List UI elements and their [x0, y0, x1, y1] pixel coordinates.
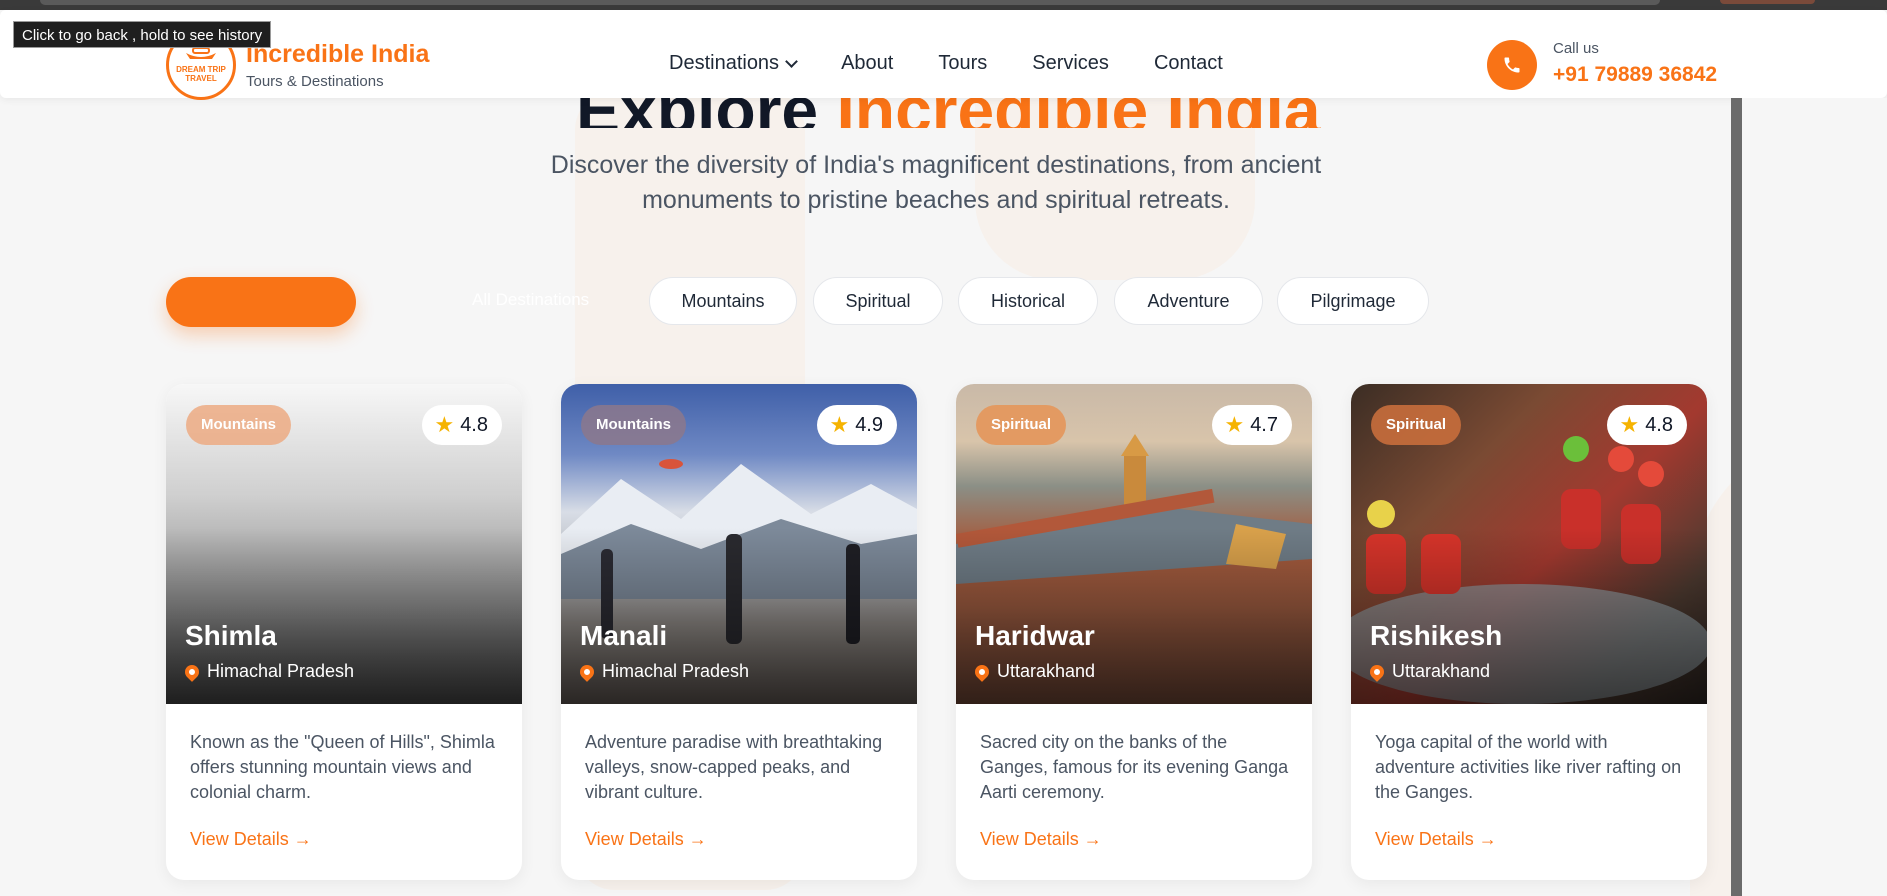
nav-destinations[interactable]: Destinations — [669, 52, 798, 75]
category-badge: Spiritual — [1371, 405, 1462, 445]
call-phone-number[interactable]: +91 79889 36842 — [1553, 63, 1717, 87]
star-icon: ★ — [1224, 412, 1245, 437]
rating-value: 4.7 — [1250, 413, 1278, 436]
star-icon: ★ — [829, 412, 850, 437]
rating-badge: ★ 4.7 — [1212, 405, 1292, 445]
rating-badge: ★ 4.8 — [422, 405, 502, 445]
rating-value: 4.8 — [460, 413, 488, 436]
filter-all-destinations-button[interactable] — [166, 277, 356, 327]
nav-tours[interactable]: Tours — [938, 52, 987, 75]
view-details-link[interactable]: View Details → — [190, 829, 312, 850]
view-details-link[interactable]: View Details → — [585, 829, 707, 850]
destination-name: Manali — [580, 620, 668, 651]
address-bar-edge — [40, 0, 1660, 5]
filter-pilgrimage[interactable]: Pilgrimage — [1277, 277, 1429, 325]
nav-contact[interactable]: Contact — [1154, 52, 1223, 75]
map-pin-icon — [182, 661, 202, 682]
destination-description: Sacred city on the banks of the Ganges, … — [980, 732, 1289, 802]
logo-text: DREAM TRIP TRAVEL — [176, 65, 226, 83]
destination-location: Uttarakhand — [972, 661, 1096, 682]
browser-top-strip — [0, 0, 1887, 10]
nav-destinations-label: Destinations — [669, 52, 780, 74]
call-button[interactable] — [1487, 40, 1537, 90]
location-text: Himachal Pradesh — [207, 661, 355, 681]
call-label: Call us — [1553, 40, 1599, 57]
filter-historical[interactable]: Historical — [958, 277, 1098, 325]
destination-description: Adventure paradise with breathtaking val… — [585, 732, 883, 802]
filter-spiritual[interactable]: Spiritual — [813, 277, 943, 325]
site-header: DREAM TRIP TRAVEL Incredible India Tours… — [0, 10, 1887, 100]
filter-adventure[interactable]: Adventure — [1114, 277, 1263, 325]
category-badge: Mountains — [186, 405, 291, 445]
map-pin-icon — [1367, 661, 1387, 682]
page-scrollbar[interactable] — [1731, 98, 1742, 896]
destination-name: Haridwar — [975, 620, 1095, 651]
brand-subtitle: Tours & Destinations — [246, 73, 384, 90]
map-pin-icon — [972, 661, 992, 682]
hero-subtitle: Discover the diversity of India's magnif… — [550, 151, 1322, 214]
nav-services[interactable]: Services — [1032, 52, 1109, 75]
right-margin — [1742, 98, 1887, 896]
category-badge: Mountains — [581, 405, 686, 445]
map-pin-icon — [577, 661, 597, 682]
destination-card-haridwar[interactable]: Spiritual ★ 4.7 Haridwar Uttarakhand Sac… — [956, 384, 1312, 880]
rating-value: 4.8 — [1645, 413, 1673, 436]
filter-mountains[interactable]: Mountains — [649, 277, 797, 325]
category-badge: Spiritual — [976, 405, 1067, 445]
destination-name: Shimla — [185, 620, 277, 651]
filter-all-destinations-label: All Destinations — [472, 290, 590, 309]
destination-card-rishikesh[interactable]: Spiritual ★ 4.8 Rishikesh Uttarakhand Yo… — [1351, 384, 1707, 880]
view-details-link[interactable]: View Details → — [1375, 829, 1497, 850]
star-icon: ★ — [1619, 412, 1640, 437]
destination-card-manali[interactable]: Mountains ★ 4.9 Manali Himachal Pradesh … — [561, 384, 917, 880]
location-text: Uttarakhand — [1392, 661, 1491, 681]
destination-location: Himachal Pradesh — [182, 661, 355, 682]
star-icon: ★ — [434, 412, 455, 437]
destination-location: Himachal Pradesh — [577, 661, 750, 682]
location-text: Himachal Pradesh — [602, 661, 750, 681]
rating-badge: ★ 4.9 — [817, 405, 897, 445]
brand-title[interactable]: Incredible India — [246, 40, 429, 69]
destination-name: Rishikesh — [1370, 620, 1503, 651]
destination-card-shimla[interactable]: Mountains ★ 4.8 Shimla Himachal Pradesh … — [166, 384, 522, 880]
main-nav: Destinations About Tours Services Contac… — [669, 52, 1223, 75]
rating-value: 4.9 — [855, 413, 883, 436]
chevron-down-icon — [785, 54, 798, 68]
destination-location: Uttarakhand — [1367, 661, 1491, 682]
browser-button-edge — [1720, 0, 1815, 4]
nav-about[interactable]: About — [841, 52, 893, 75]
phone-icon — [1504, 57, 1520, 73]
location-text: Uttarakhand — [997, 661, 1096, 681]
destination-description: Known as the "Queen of Hills", Shimla of… — [190, 732, 495, 802]
view-details-link[interactable]: View Details → — [980, 829, 1102, 850]
rating-badge: ★ 4.8 — [1607, 405, 1687, 445]
destination-description: Yoga capital of the world with adventure… — [1375, 732, 1682, 802]
back-button-tooltip: Click to go back , hold to see history — [13, 21, 272, 48]
